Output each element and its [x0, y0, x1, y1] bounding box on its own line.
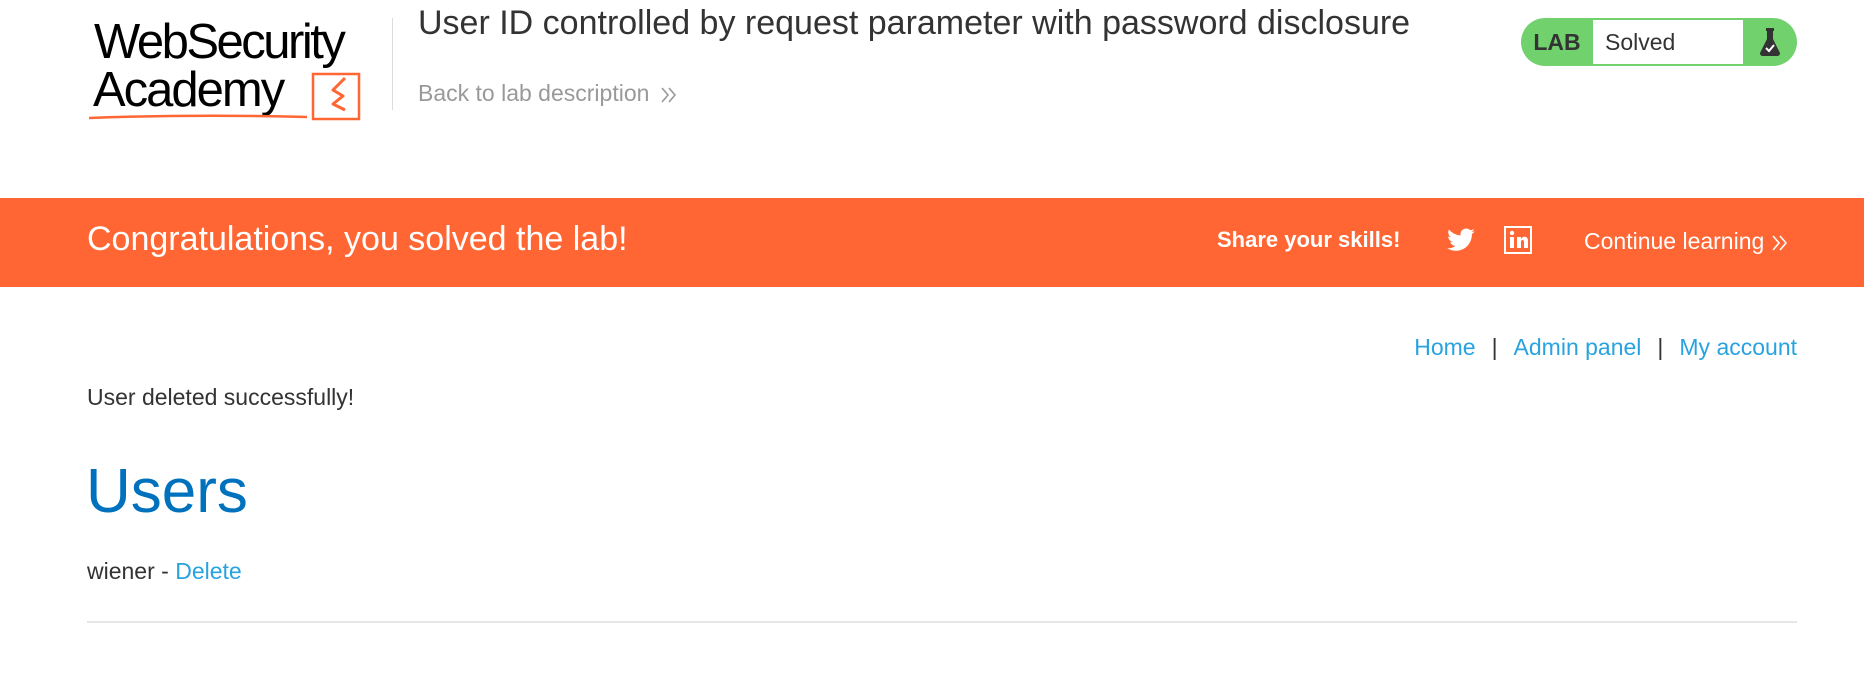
user-separator: -	[154, 558, 176, 584]
back-to-description-link[interactable]: Back to lab description	[418, 80, 679, 107]
user-name: wiener	[87, 558, 155, 584]
academy-logo[interactable]: WebSecurity Academy	[87, 10, 393, 126]
solved-banner: Congratulations, you solved the lab! Sha…	[0, 198, 1864, 287]
nav-separator: |	[1657, 334, 1664, 360]
page: WebSecurity Academy User ID controlled b…	[0, 0, 1864, 682]
double-chevron-right-icon	[659, 84, 679, 104]
logo-line1: WebSecurity	[94, 15, 346, 69]
lab-title: User ID controlled by request parameter …	[418, 4, 1411, 42]
back-link-label: Back to lab description	[418, 80, 650, 106]
flask-icon	[1743, 18, 1797, 66]
twitter-icon[interactable]	[1446, 227, 1476, 255]
logo-line2: Academy	[93, 63, 286, 117]
linkedin-icon[interactable]	[1504, 226, 1532, 254]
lab-status-value: Solved	[1593, 20, 1743, 64]
divider	[87, 621, 1797, 623]
logo-divider	[392, 18, 393, 110]
share-label: Share your skills!	[1217, 227, 1401, 252]
congratulations-message: Congratulations, you solved the lab!	[87, 220, 628, 258]
continue-learning-label: Continue learning	[1584, 228, 1765, 254]
delete-user-link[interactable]: Delete	[175, 558, 241, 584]
nav-my-account-link[interactable]: My account	[1679, 334, 1797, 361]
header: WebSecurity Academy User ID controlled b…	[0, 0, 1864, 198]
lab-badge: LAB	[1533, 28, 1581, 55]
status-message: User deleted successfully!	[87, 384, 355, 410]
page-heading: Users	[86, 457, 248, 526]
nav-home-link[interactable]: Home	[1414, 334, 1475, 361]
nav-admin-panel-link[interactable]: Admin panel	[1514, 334, 1642, 361]
top-nav: Home | Admin panel | My account	[1414, 334, 1797, 361]
nav-separator: |	[1491, 334, 1498, 360]
lab-status-widget: LAB Solved	[1521, 18, 1797, 66]
double-chevron-right-icon	[1770, 232, 1790, 252]
logo-graphic: WebSecurity Academy	[88, 15, 361, 121]
continue-learning-link[interactable]: Continue learning	[1584, 228, 1790, 255]
user-list-item: wiener - Delete	[87, 558, 242, 585]
